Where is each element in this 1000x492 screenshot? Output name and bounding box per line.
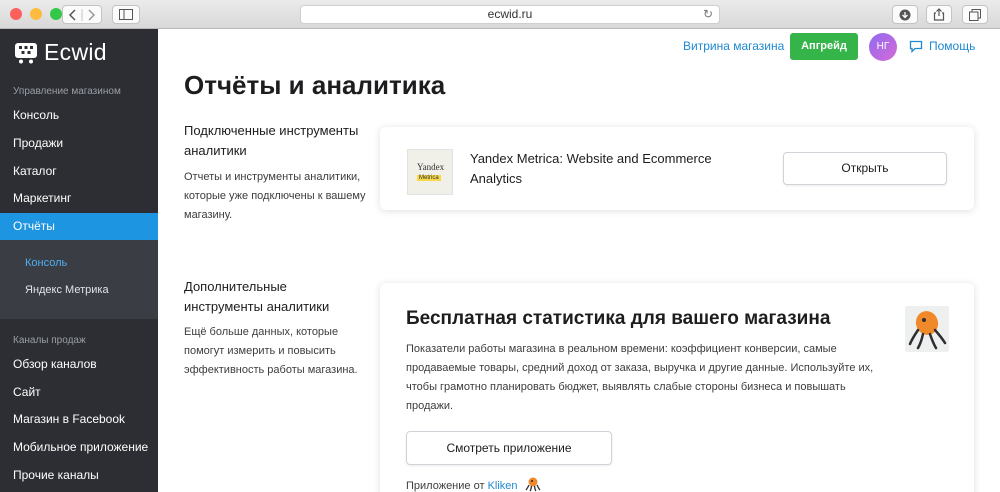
yandex-metrica-icon: Yandex Metrica <box>407 149 453 195</box>
help-label: Помощь <box>929 39 976 53</box>
ecwid-logo[interactable]: Ecwid <box>14 39 107 66</box>
kliken-octopus-icon <box>905 306 949 352</box>
address-bar[interactable]: ecwid.ru ↻ <box>300 5 720 24</box>
help-link[interactable]: Помощь <box>909 39 975 53</box>
tabs-button[interactable] <box>962 5 988 24</box>
free-stats-text: Показатели работы магазина в реальном вр… <box>406 343 874 412</box>
sidebar-toggle-button[interactable] <box>112 5 140 24</box>
share-icon <box>933 8 945 21</box>
page-title: Отчёты и аналитика <box>184 70 446 100</box>
connected-tools-heading: Подключенные инструменты аналитики <box>184 123 359 158</box>
sidebar-icon <box>119 9 133 20</box>
address-url: ecwid.ru <box>487 7 533 21</box>
open-button[interactable]: Открыть <box>783 152 947 185</box>
window-controls <box>10 8 62 20</box>
upgrade-button[interactable]: Апгрейд <box>790 33 858 60</box>
view-app-button[interactable]: Смотреть приложение <box>406 431 612 465</box>
submenu-item-yandex-metrica[interactable]: Яндекс Метрика <box>25 284 109 296</box>
browser-toolbar: ecwid.ru ↻ <box>0 0 1000 29</box>
zoom-window-button[interactable] <box>50 8 62 20</box>
sidebar-item-site[interactable]: Сайт <box>0 379 158 406</box>
tabs-icon <box>969 8 981 21</box>
logo-text: Ecwid <box>44 39 107 65</box>
storefront-link[interactable]: Витрина магазина <box>683 39 784 53</box>
reload-icon[interactable]: ↻ <box>703 6 713 23</box>
app-by-line: Приложение от Kliken <box>406 476 541 492</box>
download-icon <box>899 9 911 20</box>
minimize-window-button[interactable] <box>30 8 42 20</box>
sidebar-item-facebook-store[interactable]: Магазин в Facebook <box>0 406 158 433</box>
additional-tools-heading: Дополнительные инструменты аналитики <box>184 279 330 314</box>
avatar[interactable]: НГ <box>869 33 897 61</box>
kliken-octopus-icon <box>525 477 541 492</box>
sidebar-item-mobile-app[interactable]: Мобильное приложение <box>0 434 158 461</box>
share-button[interactable] <box>926 5 952 24</box>
sidebar-item-console[interactable]: Консоль <box>0 102 158 129</box>
reports-submenu: Консоль Яндекс Метрика <box>0 240 158 318</box>
kliken-link[interactable]: Kliken <box>488 480 518 492</box>
icon-text-top: Yandex <box>417 162 445 172</box>
connected-tools-description: Отчеты и инструменты аналитики, которые … <box>184 171 366 221</box>
sidebar-item-marketing[interactable]: Маркетинг <box>0 185 158 212</box>
free-stats-title: Бесплатная статистика для вашего магазин… <box>406 308 831 329</box>
channels-section-label: Каналы продаж <box>13 335 86 346</box>
by-prefix: Приложение от <box>406 480 485 492</box>
store-section-label: Управление магазином <box>13 86 121 97</box>
free-stats-card: Бесплатная статистика для вашего магазин… <box>380 283 974 492</box>
sidebar-item-reports[interactable]: Отчёты <box>0 213 158 240</box>
sidebar-divider <box>0 318 158 319</box>
chevron-left-right-icon <box>68 8 96 21</box>
sidebar-item-other-channels[interactable]: Прочие каналы <box>0 462 158 489</box>
connected-app-name: Yandex Metrica: Website and Ecommerce An… <box>470 151 712 186</box>
sidebar-item-catalog[interactable]: Каталог <box>0 158 158 185</box>
cart-icon <box>15 42 37 63</box>
sidebar: Ecwid Управление магазином Консоль Прода… <box>0 29 158 492</box>
sidebar-item-channels-overview[interactable]: Обзор каналов <box>0 351 158 378</box>
icon-text-bottom: Metrica <box>417 175 441 181</box>
back-forward-buttons[interactable] <box>62 5 102 24</box>
chat-bubble-icon <box>909 40 923 53</box>
additional-tools-description: Ещё больше данных, которые помогут измер… <box>184 326 358 376</box>
sidebar-item-sales[interactable]: Продажи <box>0 130 158 157</box>
submenu-item-console[interactable]: Консоль <box>25 257 67 269</box>
downloads-button[interactable] <box>892 5 918 24</box>
close-window-button[interactable] <box>10 8 22 20</box>
connected-app-card: Yandex Metrica Yandex Metrica: Website a… <box>380 127 974 210</box>
